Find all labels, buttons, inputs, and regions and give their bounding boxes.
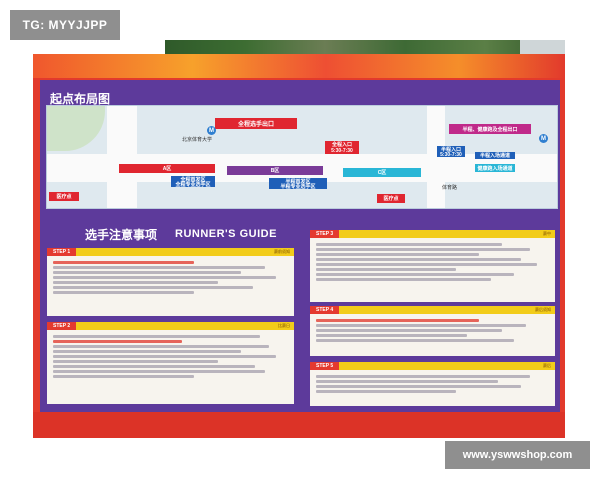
half-entry-time: 5:30-7:30: [437, 152, 465, 158]
step-heading: 赛前须知: [274, 249, 290, 254]
medical-point-1: 医疗点: [49, 192, 79, 201]
step-card-5: STEP 5 赛后: [310, 362, 555, 406]
zone-c: C区: [343, 168, 421, 177]
half-area-label: 半程入场通道: [475, 152, 515, 159]
full-entry-time: 5:30-7:30: [325, 148, 359, 154]
board-bottom-stripe: [33, 412, 565, 438]
metro-icon: M: [207, 126, 216, 135]
watermark-top: TG: MYYJJPP: [10, 10, 120, 40]
zone-first-sub: 全程专业选手区: [171, 182, 215, 188]
board-top-stripe: [33, 54, 565, 78]
elite-exit-label: 全程选手出口: [215, 118, 297, 129]
half-exit-label: 半程、健康跑及全程出口: [449, 124, 531, 134]
side-road: [107, 106, 137, 208]
step-card-3: STEP 3 赛中: [310, 230, 555, 302]
step-label: STEP 3: [310, 230, 340, 238]
watermark-bottom: www.yswwshop.com: [445, 441, 590, 469]
step-heading: 赛后: [543, 363, 551, 368]
guide-title-en: RUNNER'S GUIDE: [175, 228, 277, 240]
guide-title-cn: 选手注意事项: [85, 228, 158, 242]
start-layout-map: 全程选手出口 半程、健康跑及全程出口 全程入口 5:30-7:30 半程入口 5…: [46, 105, 558, 209]
metro-icon-2: M: [539, 134, 548, 143]
sky-patch: [520, 40, 565, 54]
step-card-4: STEP 4 赛后须知: [310, 306, 555, 356]
zone-b: B区: [227, 166, 323, 175]
step-card-2: STEP 2 比赛日: [47, 322, 294, 404]
step-label: STEP 1: [47, 248, 77, 256]
full-entry-label: 全程入口: [325, 141, 359, 148]
step-label: STEP 5: [310, 362, 340, 370]
step-heading: 比赛日: [278, 323, 290, 328]
zone-a: A区: [119, 164, 215, 173]
health-area-label: 健康跑入场通道: [475, 164, 515, 172]
medical-point-2: 医疗点: [377, 194, 405, 203]
road-label: 体育路: [442, 185, 458, 191]
step-heading: 赛中: [543, 231, 551, 236]
step-label: STEP 4: [310, 306, 340, 314]
step-heading: 赛后须知: [535, 307, 551, 312]
step-label: STEP 2: [47, 322, 77, 330]
step-card-1: STEP 1 赛前须知: [47, 248, 294, 316]
zone-half-sub: 半程专业选手区: [269, 184, 327, 190]
building-label: 北京体育大学: [182, 137, 213, 143]
green-field: [47, 106, 105, 151]
